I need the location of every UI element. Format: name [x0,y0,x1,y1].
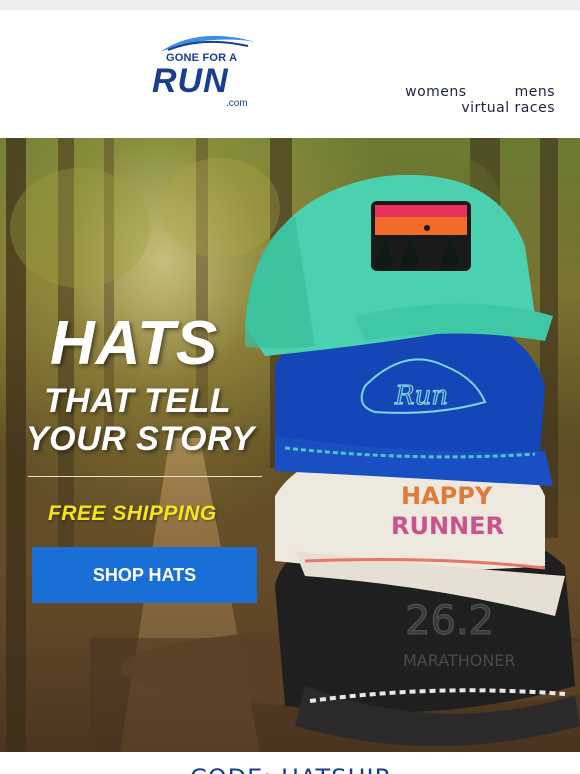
happy-text: HAPPY [401,482,493,510]
hero-title-line3: YOUR STORY [26,420,255,458]
hero-divider [28,476,262,477]
promo-code-text: CODE: HATSHIP [0,764,580,774]
hat-stack-image: 26.2 MARATHONER HAPPY RUNNER Run [245,174,580,746]
logo-wordmark: RUN [152,62,229,100]
main-nav: womens mens virtual races [405,84,555,116]
nav-link-virtual-races[interactable]: virtual races [461,100,555,116]
hero-banner[interactable]: HATS THAT TELL YOUR STORY FREE SHIPPING … [0,138,580,752]
email-header: GONE FOR A RUN .com womens mens virtual … [0,10,580,138]
top-strip [0,0,580,10]
promo-code-bar: CODE: HATSHIP [0,752,580,774]
free-shipping-label: FREE SHIPPING [48,502,217,525]
marathon-number-text: 26.2 [405,598,494,644]
runner-text: RUNNER [391,512,504,540]
swoosh-icon [160,35,256,52]
hero-title-line1: HATS [50,309,219,378]
marathoner-text: MARATHONER [403,651,516,670]
nav-link-womens[interactable]: womens [405,84,466,100]
nav-link-mens[interactable]: mens [515,84,555,100]
logo-suffix: .com [226,98,248,109]
gone-for-a-run-logo[interactable]: GONE FOR A RUN .com [148,32,258,110]
run-script-text: Run [394,381,448,411]
shop-hats-button[interactable]: SHOP HATS [32,547,257,603]
hero-title-line2: THAT TELL [44,382,232,420]
